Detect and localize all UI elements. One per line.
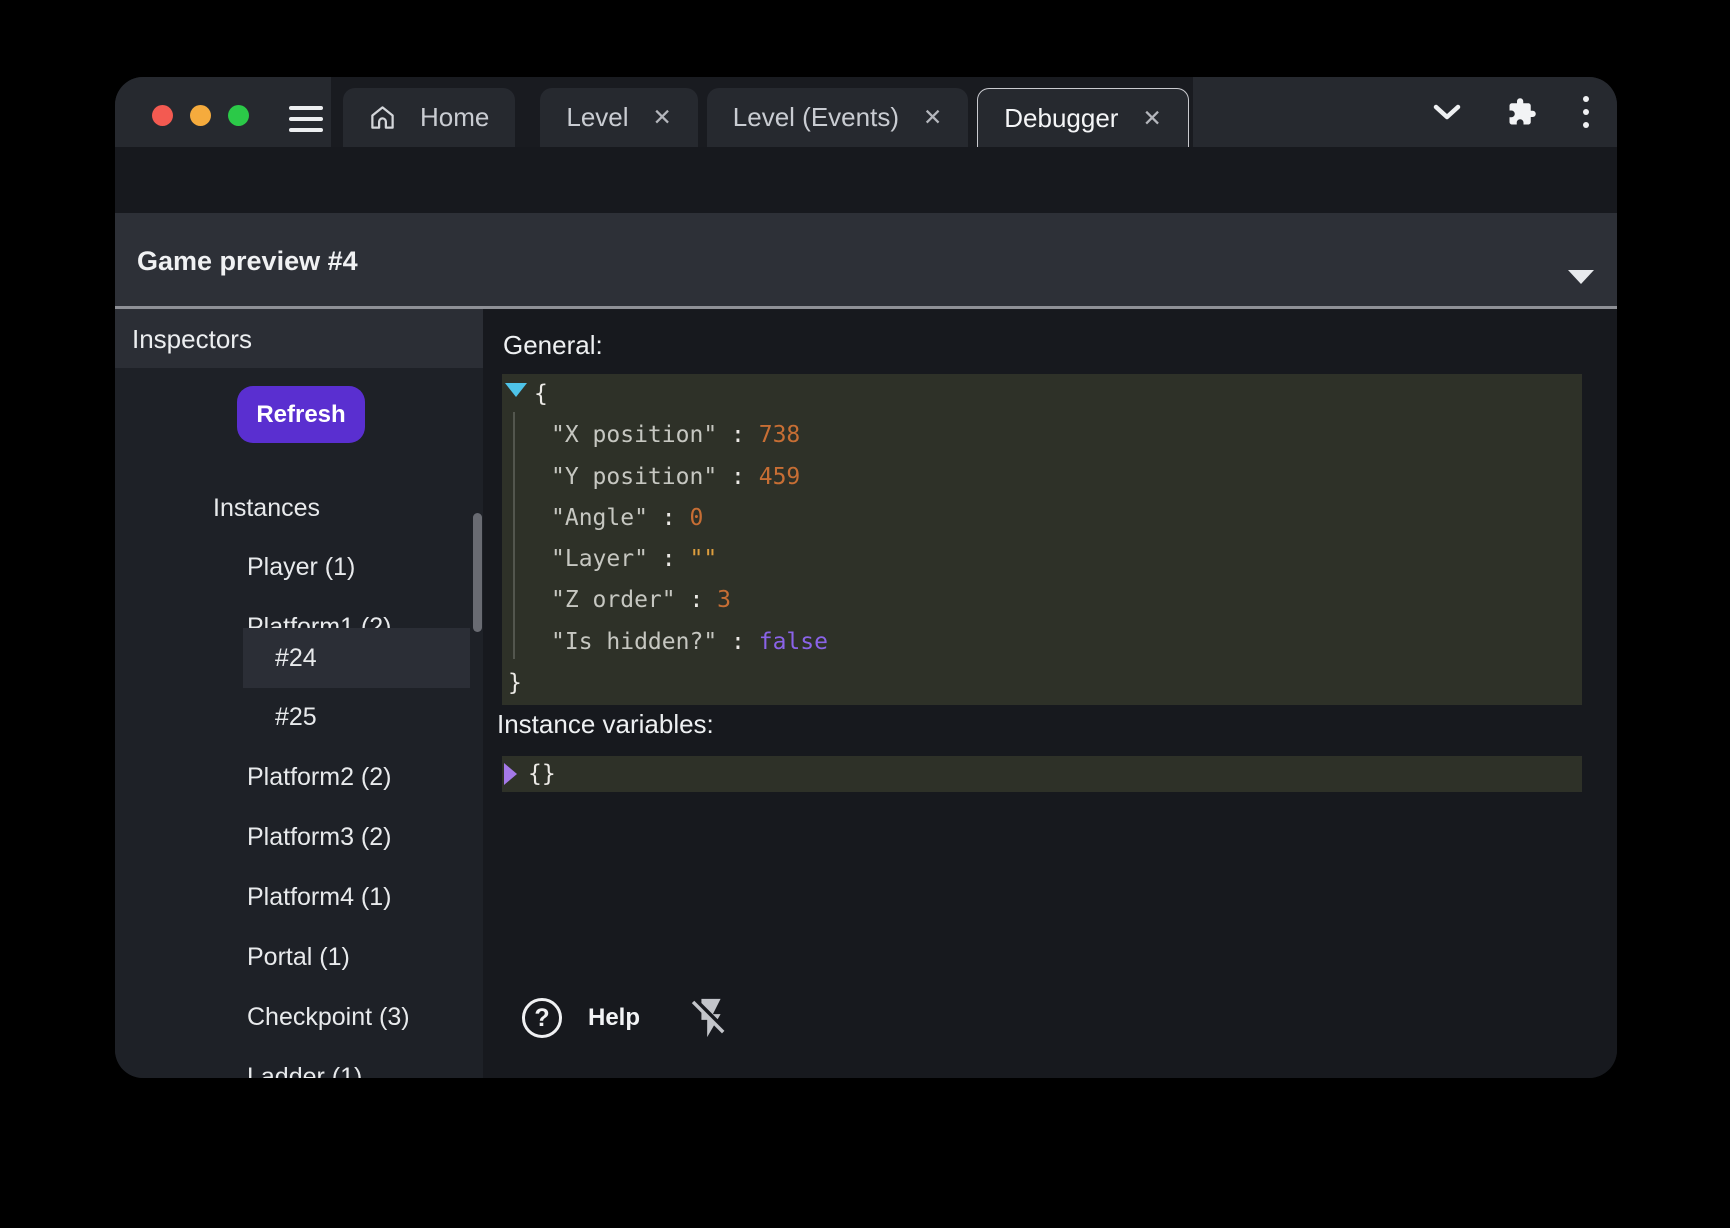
json-property-row: "Is hidden?" : false [502, 622, 1582, 663]
general-section-label: General: [503, 330, 603, 361]
debugger-toolbar: Pause [115, 147, 1617, 213]
tab-level[interactable]: Level ✕ [540, 88, 697, 147]
tab-label: Level (Events) [733, 102, 899, 133]
tree-item-instances[interactable]: Instances [213, 478, 320, 538]
tab-label: Level [566, 102, 628, 133]
json-property-row: "Layer" : "" [502, 539, 1582, 580]
tab-label: Debugger [1004, 103, 1118, 134]
tab-home[interactable]: Home [343, 88, 515, 147]
expand-triangle-icon[interactable] [504, 763, 517, 785]
tree-item-ladder[interactable]: Ladder (1) [247, 1047, 362, 1078]
window-controls [115, 77, 331, 147]
home-icon [369, 104, 396, 131]
screen-background: Home Level ✕ Level (Events) ✕ Debugger ✕ [0, 0, 1730, 1228]
sidebar-scrollbar-thumb[interactable] [473, 513, 482, 632]
help-row: ? Help [483, 985, 734, 1051]
json-property-row: "X position" : 738 [502, 415, 1582, 456]
game-preview-title: Game preview #4 [137, 213, 358, 306]
json-collapsed-line: {} [502, 756, 1582, 792]
flash-off-icon[interactable] [688, 995, 734, 1041]
tree-item-platform4[interactable]: Platform4 (1) [247, 867, 391, 927]
maximize-window-button[interactable] [228, 105, 249, 126]
tab-debugger[interactable]: Debugger ✕ [977, 88, 1188, 147]
instance-variables-label: Instance variables: [497, 709, 714, 740]
inspector-detail-panel: General: { "X position" : 738 "Y positio… [483, 309, 1617, 1078]
chevron-down-icon[interactable] [1433, 103, 1461, 121]
tree-item-platform3[interactable]: Platform3 (2) [247, 807, 391, 867]
tree-item-instance-24[interactable]: #24 [243, 628, 470, 688]
json-open-line: { [502, 374, 1582, 415]
inspectors-header: Inspectors [115, 309, 483, 368]
close-icon[interactable]: ✕ [1142, 107, 1161, 130]
general-properties-json: { "X position" : 738 "Y position" : 459 … [502, 374, 1582, 705]
json-property-row: "Y position" : 459 [502, 457, 1582, 498]
collapse-triangle-icon[interactable] [505, 383, 527, 397]
help-label: Help [588, 1004, 640, 1032]
tab-strip: Home Level ✕ Level (Events) ✕ Debugger ✕ [331, 77, 1197, 147]
tree-item-player[interactable]: Player (1) [247, 537, 355, 597]
tree-item-portal[interactable]: Portal (1) [247, 927, 350, 987]
tab-label: Home [420, 102, 489, 133]
help-icon[interactable]: ? [522, 998, 562, 1038]
inspectors-sidebar: Inspectors Refresh Instances Player (1) … [115, 309, 483, 1078]
main-menu-icon[interactable] [289, 106, 323, 133]
refresh-button[interactable]: Refresh [237, 386, 365, 443]
close-icon[interactable]: ✕ [923, 106, 942, 129]
top-right-actions [1193, 77, 1617, 147]
minimize-window-button[interactable] [190, 105, 211, 126]
close-window-button[interactable] [152, 105, 173, 126]
json-close-line: } [502, 663, 1582, 704]
tab-bar: Home Level ✕ Level (Events) ✕ Debugger ✕ [115, 77, 1617, 147]
json-property-row: "Z order" : 3 [502, 580, 1582, 621]
close-icon[interactable]: ✕ [653, 106, 672, 129]
debugger-content: Inspectors Refresh Instances Player (1) … [115, 309, 1617, 1078]
app-window: Home Level ✕ Level (Events) ✕ Debugger ✕ [115, 77, 1617, 1078]
more-options-kebab-icon[interactable] [1583, 96, 1589, 128]
tree-item-platform2[interactable]: Platform2 (2) [247, 747, 391, 807]
dropdown-caret-icon [1568, 270, 1594, 284]
json-property-row: "Angle" : 0 [502, 498, 1582, 539]
tree-item-instance-25[interactable]: #25 [275, 687, 317, 747]
extensions-puzzle-icon[interactable] [1507, 97, 1537, 127]
game-preview-selector[interactable]: Game preview #4 [115, 213, 1617, 306]
tree-item-checkpoint[interactable]: Checkpoint (3) [247, 987, 410, 1047]
instance-variables-json: {} [502, 756, 1582, 792]
tab-level-events[interactable]: Level (Events) ✕ [707, 88, 968, 147]
